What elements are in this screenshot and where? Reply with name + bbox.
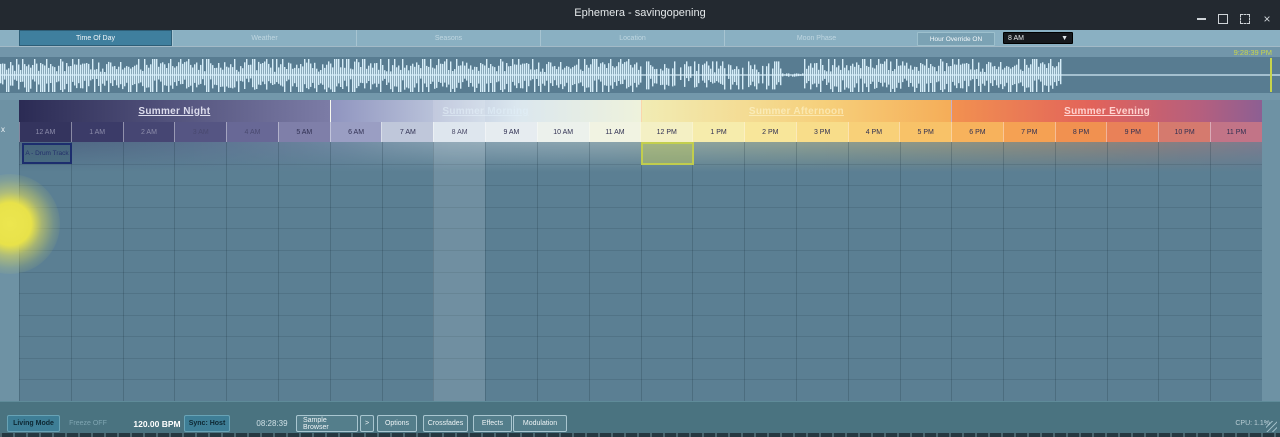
- section-summer-morning[interactable]: Summer Morning: [330, 100, 641, 122]
- hour-override-value: 8 AM: [1008, 35, 1024, 42]
- section-summer-evening[interactable]: Summer Evening: [951, 100, 1262, 122]
- override-hour-band: [433, 100, 485, 401]
- tab-weather[interactable]: Weather: [172, 30, 356, 46]
- selected-hour-cell[interactable]: [641, 142, 694, 165]
- waveform-panel[interactable]: [0, 57, 1280, 93]
- fullscreen-button[interactable]: [1238, 12, 1252, 26]
- hour-cell-1am[interactable]: 1 AM: [71, 122, 123, 142]
- grid-hline: [19, 228, 1262, 229]
- waveform-graphic: [0, 57, 1280, 93]
- grid-hline: [19, 272, 1262, 273]
- app-window: Ephemera - savingopening × Time Of DayWe…: [0, 0, 1280, 437]
- minimize-button[interactable]: [1194, 12, 1208, 26]
- section-summer-night[interactable]: Summer Night: [19, 100, 330, 122]
- status-button-sample-browser[interactable]: Sample Browser: [296, 415, 358, 432]
- hour-cell-2pm[interactable]: 2 PM: [744, 122, 796, 142]
- hour-cell-12am[interactable]: 12 AM: [19, 122, 71, 142]
- hour-override-select[interactable]: 8 AM ▼: [1003, 32, 1073, 44]
- hour-cell-4am[interactable]: 4 AM: [226, 122, 278, 142]
- freeze-button[interactable]: Freeze OFF: [66, 415, 110, 432]
- tab-seasons[interactable]: Seasons: [356, 30, 540, 46]
- hour-cell-12pm[interactable]: 12 PM: [640, 122, 692, 142]
- section-summer-afternoon[interactable]: Summer Afternoon: [641, 100, 952, 122]
- tab-moon-phase[interactable]: Moon Phase: [724, 30, 908, 46]
- timeline-grid[interactable]: A - Drum Track: [19, 142, 1262, 401]
- hour-cell-11am[interactable]: 11 AM: [589, 122, 641, 142]
- status-button--[interactable]: >: [360, 415, 374, 432]
- hour-cell-8pm[interactable]: 8 PM: [1055, 122, 1107, 142]
- hour-cell-7pm[interactable]: 7 PM: [1003, 122, 1055, 142]
- clipped-text-strip: [0, 433, 1280, 437]
- hour-cell-10pm[interactable]: 10 PM: [1158, 122, 1210, 142]
- tab-location[interactable]: Location: [540, 30, 724, 46]
- grid-hline: [19, 207, 1262, 208]
- hour-cell-4pm[interactable]: 4 PM: [848, 122, 900, 142]
- window-title: Ephemera - savingopening: [0, 7, 1280, 19]
- clock-display: 08:28:39: [252, 415, 292, 432]
- hour-cell-6am[interactable]: 6 AM: [330, 122, 382, 142]
- grid-hline: [19, 379, 1262, 380]
- section-label: Summer Afternoon: [749, 106, 844, 117]
- hour-cell-3pm[interactable]: 3 PM: [796, 122, 848, 142]
- waveform-header: 9:28:39 PM: [0, 46, 1280, 57]
- hour-cell-10am[interactable]: 10 AM: [537, 122, 589, 142]
- grid-hline: [19, 250, 1262, 251]
- grid-hline: [19, 293, 1262, 294]
- hour-cell-9pm[interactable]: 9 PM: [1106, 122, 1158, 142]
- chevron-down-icon: ▼: [1061, 35, 1068, 42]
- titlebar: Ephemera - savingopening ×: [0, 0, 1280, 30]
- section-label: Summer Night: [138, 106, 210, 117]
- divider-strip: [0, 93, 1280, 100]
- status-button-modulation[interactable]: Modulation: [513, 415, 567, 432]
- grid-hline: [19, 336, 1262, 337]
- hour-cell-11pm[interactable]: 11 PM: [1210, 122, 1262, 142]
- status-button-options[interactable]: Options: [377, 415, 417, 432]
- hour-cell-9am[interactable]: 9 AM: [485, 122, 537, 142]
- grid-hline: [19, 358, 1262, 359]
- living-mode-button[interactable]: Living Mode: [7, 415, 60, 432]
- status-button-effects[interactable]: Effects: [473, 415, 512, 432]
- grid-hline: [19, 315, 1262, 316]
- hour-cell-6pm[interactable]: 6 PM: [951, 122, 1003, 142]
- sync-host-button[interactable]: Sync: Host: [184, 415, 230, 432]
- hour-cell-5am[interactable]: 5 AM: [278, 122, 330, 142]
- gutter-close-icon[interactable]: x: [1, 125, 11, 137]
- hour-cell-2am[interactable]: 2 AM: [123, 122, 175, 142]
- timeline-hour-row: 12 AM1 AM2 AM3 AM4 AM5 AM6 AM7 AM8 AM9 A…: [19, 122, 1262, 143]
- hour-override-toggle[interactable]: Hour Override ON: [917, 32, 995, 46]
- tab-bar: Time Of DayWeatherSeasonsLocationMoon Ph…: [0, 30, 1280, 46]
- tab-time-of-day[interactable]: Time Of Day: [19, 30, 172, 46]
- maximize-button[interactable]: [1216, 12, 1230, 26]
- status-bar: Living Mode Freeze OFF 120.00 BPM Sync: …: [0, 401, 1280, 433]
- window-controls: ×: [1194, 12, 1274, 26]
- hour-cell-5pm[interactable]: 5 PM: [899, 122, 951, 142]
- hour-cell-3am[interactable]: 3 AM: [174, 122, 226, 142]
- bpm-display[interactable]: 120.00 BPM: [132, 415, 182, 432]
- hour-cell-1pm[interactable]: 1 PM: [692, 122, 744, 142]
- hour-cell-7am[interactable]: 7 AM: [381, 122, 433, 142]
- close-button[interactable]: ×: [1260, 12, 1274, 26]
- cpu-meter: CPU: 1.1%: [1235, 415, 1270, 432]
- playhead[interactable]: [1270, 58, 1272, 92]
- timeline-section-header: Summer Night Summer Morning Summer Afterno…: [19, 100, 1262, 122]
- grid-hline: [19, 185, 1262, 186]
- resize-grip[interactable]: [1266, 421, 1277, 432]
- clip-drum-track[interactable]: A - Drum Track: [22, 143, 72, 164]
- time-of-day-display: 9:28:39 PM: [1234, 48, 1272, 57]
- clip-label: A - Drum Track: [25, 150, 68, 157]
- status-button-crossfades[interactable]: Crossfades: [423, 415, 468, 432]
- section-label: Summer Evening: [1064, 106, 1150, 117]
